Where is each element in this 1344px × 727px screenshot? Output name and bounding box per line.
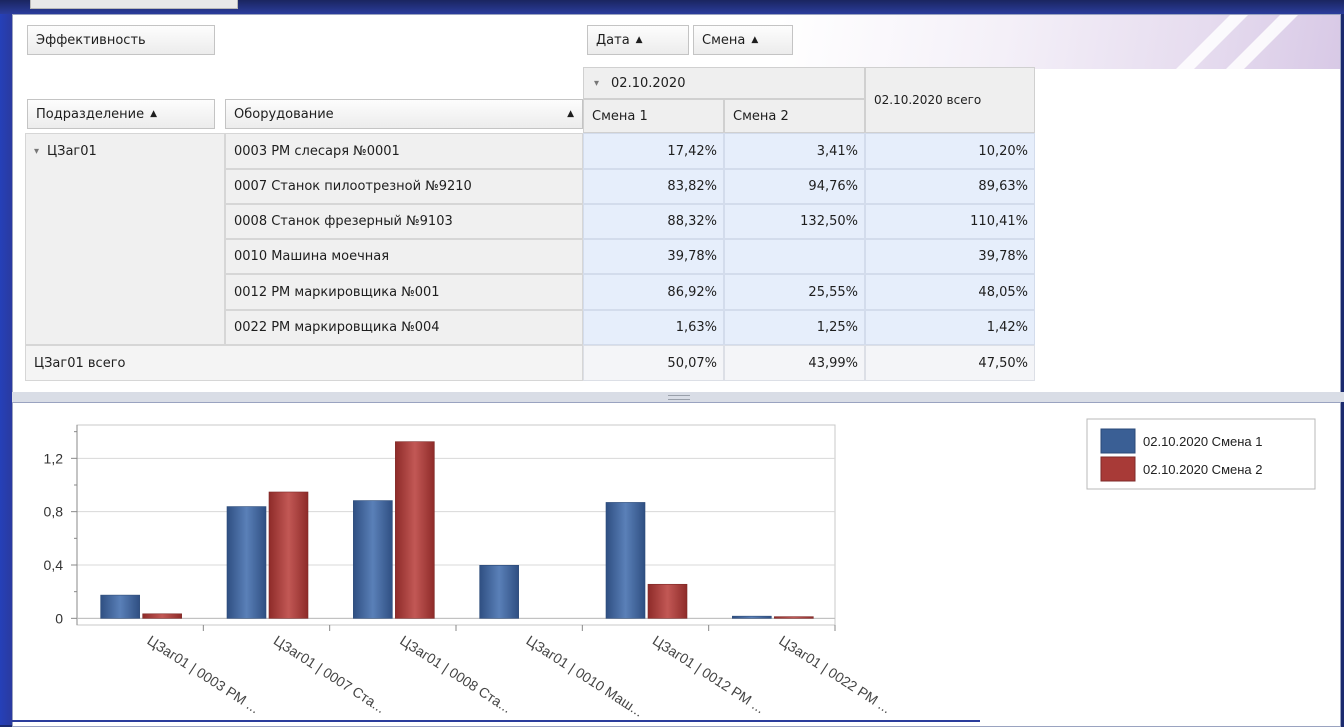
legend-swatch xyxy=(1100,428,1136,454)
department-field-label: Подразделение xyxy=(36,106,145,122)
window-frame-left xyxy=(0,0,12,725)
equipment-row-header: 0003 РМ слесаря №0001 xyxy=(225,133,583,169)
legend-label: 02.10.2020 Смена 1 xyxy=(1143,434,1262,449)
value-cell[interactable]: 1,42% xyxy=(865,310,1035,345)
y-tick-label: 0 xyxy=(55,610,63,626)
value-cell[interactable]: 3,41% xyxy=(724,133,865,169)
bar xyxy=(142,613,182,619)
value-cell[interactable]: 39,78% xyxy=(583,239,724,274)
equipment-row-header: 0010 Машина моечная xyxy=(225,239,583,274)
y-tick-label: 1,2 xyxy=(44,450,64,466)
bar xyxy=(774,616,814,619)
chart-panel: 0 0,4 0,8 1,2 ЦЗаг01 | 0003 РМ ... ЦЗаг01 | 0… xyxy=(12,402,1341,727)
group-row-header[interactable]: ▾ ЦЗаг01 xyxy=(25,133,225,345)
legend-label: 02.10.2020 Смена 2 xyxy=(1143,462,1262,477)
equipment-field-button[interactable]: Оборудование ▲ xyxy=(225,99,583,129)
value-cell[interactable]: 1,25% xyxy=(724,310,865,345)
collapse-icon[interactable]: ▾ xyxy=(594,78,599,89)
y-tick-label: 0,4 xyxy=(44,557,64,573)
value-cell[interactable] xyxy=(724,239,865,274)
pivot-grid: Эффективность Дата ▲ Смена ▲ Подразделен… xyxy=(12,14,1341,394)
bar xyxy=(732,615,772,619)
scroll-edge xyxy=(12,720,980,722)
equipment-row-header: 0007 Станок пилоотрезной №9210 xyxy=(225,169,583,204)
bar xyxy=(395,441,435,619)
x-tick-label: ЦЗаг01 | 0010 Маш... xyxy=(524,632,647,720)
sort-ascending-icon: ▲ xyxy=(567,109,574,119)
equipment-row-header: 0008 Станок фрезерный №9103 xyxy=(225,204,583,239)
value-cell[interactable]: 10,20% xyxy=(865,133,1035,169)
value-cell[interactable]: 17,42% xyxy=(583,133,724,169)
equipment-row-header: 0022 РМ маркировщика №004 xyxy=(225,310,583,345)
bar xyxy=(605,502,646,619)
data-field-button[interactable]: Эффективность xyxy=(27,25,215,55)
collapse-icon[interactable]: ▾ xyxy=(34,146,39,157)
equipment-row-header: 0012 РМ маркировщика №001 xyxy=(225,274,583,310)
x-tick-label: ЦЗаг01 | 0022 РМ ... xyxy=(776,632,894,716)
bar-chart: 00,40,81,2ЦЗаг01 | 0003 РМ ... ЦЗаг01 | 0… xyxy=(44,418,1316,720)
value-cell[interactable]: 110,41% xyxy=(865,204,1035,239)
value-cell[interactable]: 86,92% xyxy=(583,274,724,310)
x-tick-label: ЦЗаг01 | 0003 РМ ... xyxy=(145,632,263,716)
sort-ascending-icon: ▲ xyxy=(751,35,759,45)
plot-area xyxy=(76,424,836,626)
value-cell[interactable]: 94,76% xyxy=(724,169,865,204)
value-cell[interactable]: 83,82% xyxy=(583,169,724,204)
bar xyxy=(100,594,140,619)
shift1-column-header[interactable]: Смена 1 xyxy=(583,99,724,133)
total-cell[interactable]: 47,50% xyxy=(865,345,1035,381)
value-cell[interactable]: 1,63% xyxy=(583,310,724,345)
value-cell[interactable]: 39,78% xyxy=(865,239,1035,274)
shift1-label: Смена 1 xyxy=(592,108,648,124)
sort-ascending-icon: ▲ xyxy=(635,35,643,45)
value-cell[interactable]: 88,32% xyxy=(583,204,724,239)
value-cell[interactable]: 48,05% xyxy=(865,274,1035,310)
total-cell[interactable]: 50,07% xyxy=(583,345,724,381)
grand-total-label: ЦЗаг01 всего xyxy=(25,345,583,381)
splitter-grip-icon[interactable] xyxy=(668,395,690,400)
legend-swatch xyxy=(1100,456,1136,482)
y-tick-label: 0,8 xyxy=(44,504,64,520)
bar xyxy=(268,491,309,619)
x-tick-label: ЦЗаг01 | 0007 Ста... xyxy=(271,632,388,716)
bar xyxy=(226,506,267,619)
sort-ascending-icon: ▲ xyxy=(150,109,158,119)
bar xyxy=(647,583,688,619)
value-cell[interactable]: 89,63% xyxy=(865,169,1035,204)
x-tick-label: ЦЗаг01 | 0008 Ста... xyxy=(397,632,514,716)
group-name: ЦЗаг01 xyxy=(47,144,97,159)
equipment-field-label: Оборудование xyxy=(234,106,334,122)
value-cell[interactable]: 25,55% xyxy=(724,274,865,310)
date-column-header[interactable]: ▾ 02.10.2020 xyxy=(583,67,865,99)
value-cell[interactable]: 132,50% xyxy=(724,204,865,239)
shift-field-button[interactable]: Смена ▲ xyxy=(693,25,793,55)
department-field-button[interactable]: Подразделение ▲ xyxy=(27,99,215,129)
data-field-label: Эффективность xyxy=(36,32,146,48)
bar xyxy=(353,500,393,619)
header-decoration xyxy=(780,15,1340,85)
bar xyxy=(479,564,519,619)
shift-field-label: Смена xyxy=(702,32,746,48)
top-tab[interactable] xyxy=(30,0,238,9)
shift2-label: Смена 2 xyxy=(733,108,789,124)
date-total-header[interactable]: 02.10.2020 всего xyxy=(865,67,1035,133)
date-header-label: 02.10.2020 xyxy=(611,75,686,91)
shift2-column-header[interactable]: Смена 2 xyxy=(724,99,865,133)
date-field-button[interactable]: Дата ▲ xyxy=(587,25,689,55)
date-field-label: Дата xyxy=(596,32,630,48)
date-total-label: 02.10.2020 всего xyxy=(874,93,982,107)
total-cell[interactable]: 43,99% xyxy=(724,345,865,381)
x-tick-label: ЦЗаг01 | 0012 РМ ... xyxy=(650,632,768,716)
